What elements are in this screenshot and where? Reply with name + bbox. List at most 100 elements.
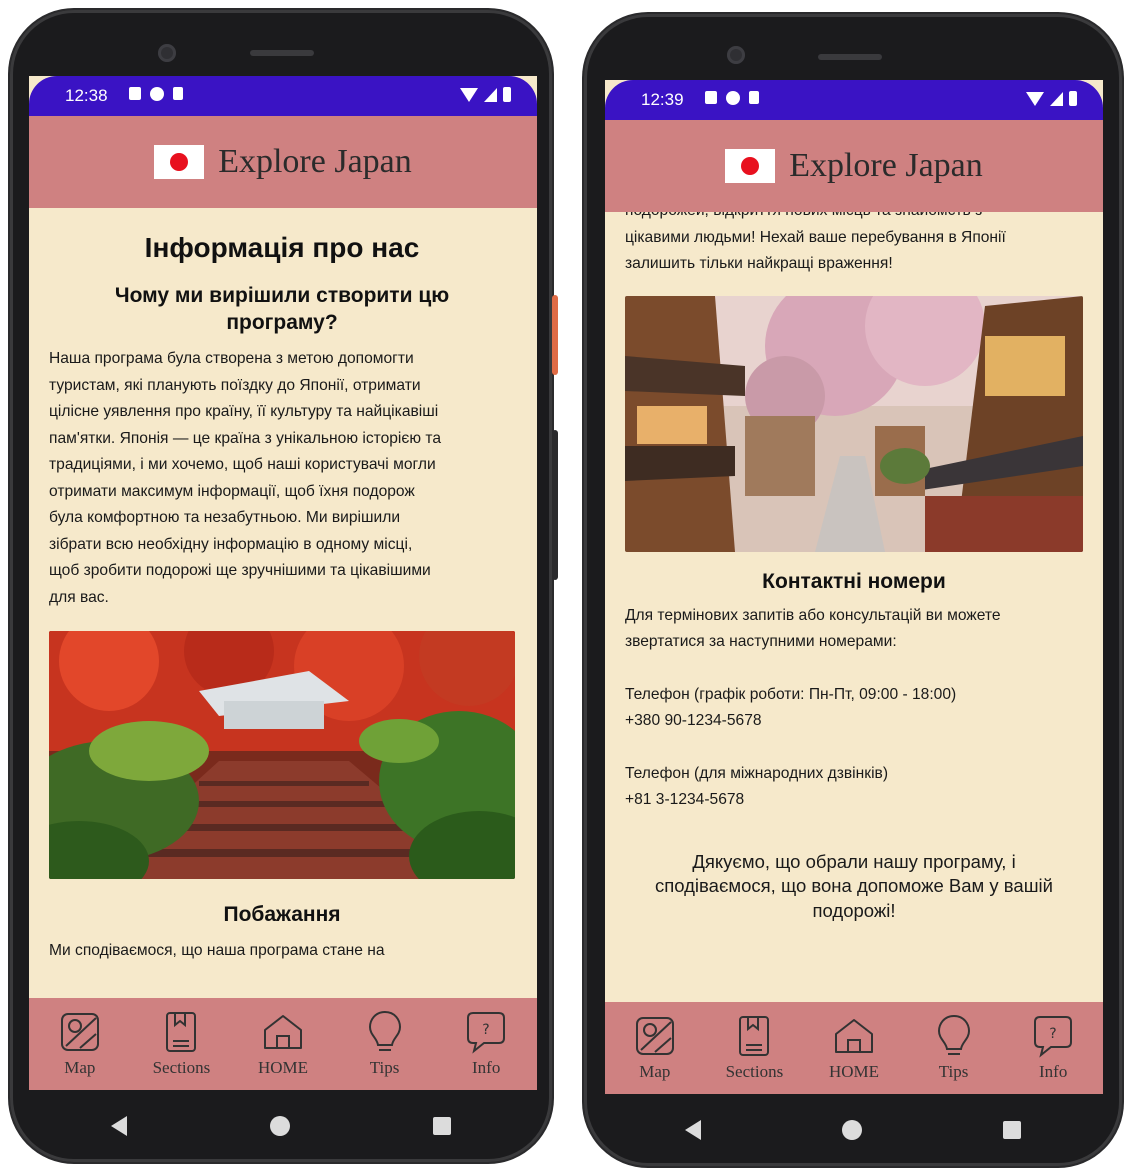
system-navigation [614, 1094, 1092, 1166]
recents-icon[interactable] [1003, 1121, 1022, 1139]
help-bubble-icon: ? [1034, 1016, 1073, 1058]
back-icon[interactable] [684, 1120, 701, 1140]
paragraph-line: традиціями, і ми хочемо, щоб наші корист… [49, 456, 436, 473]
status-time: 12:39 [641, 90, 684, 109]
system-navigation [40, 1090, 522, 1162]
paragraph-line: подорожей, відкриття нових місць та знай… [625, 212, 1083, 225]
nav-label: Map [639, 1062, 671, 1081]
phone-label: Телефон (графік роботи: Пн-Пт, 09:00 - 1… [625, 685, 957, 703]
phone-number[interactable]: +380 90-1234-5678 [625, 708, 1083, 735]
book-icon [166, 1012, 197, 1052]
content-scroll[interactable]: Інформація про нас Чому ми вирішили ство… [29, 208, 537, 998]
svg-text:?: ? [1049, 1026, 1056, 1042]
signal-icon [1050, 91, 1063, 106]
thanks-line: подорожі! [812, 899, 896, 921]
bulb-icon [368, 1010, 401, 1051]
screen-right: 12:39 Explore Japan подорожей, відкриття… [605, 80, 1103, 1094]
contact-block-1: Телефон (графік роботи: Пн-Пт, 09:00 - 1… [625, 682, 1083, 735]
contact-block-2: Телефон (для міжнародних дзвінків) +81 3… [625, 761, 1083, 814]
home-circle-icon[interactable] [269, 1116, 290, 1136]
autumn-garden-photo [49, 631, 515, 879]
phone-number[interactable]: +81 3-1234-5678 [625, 787, 1083, 814]
wifi-icon [460, 87, 478, 102]
kyoto-street-photo [625, 295, 1083, 552]
nav-tips[interactable]: Tips [334, 998, 436, 1090]
phone-frame-right: 12:39 Explore Japan подорожей, відкриття… [584, 14, 1122, 1166]
paragraph-line: Для термінових запитів або консультацій … [625, 606, 1001, 624]
front-camera [727, 46, 745, 64]
app-title: Explore Japan [789, 147, 983, 184]
paragraph-line: була комфортною та незабутньою. Ми виріш… [49, 509, 401, 526]
map-icon [635, 1017, 674, 1055]
paragraph-line: щоб зробити подорожі ще зручнішими та ці… [49, 562, 431, 579]
app-bar: Explore Japan [29, 116, 537, 208]
paragraph-line: звертатися за наступними номерами: [625, 633, 897, 650]
bottom-navigation: Map Sections HOME Tips ? Info [605, 1002, 1103, 1094]
notification-icon [129, 87, 141, 100]
nav-info[interactable]: ? Info [435, 998, 537, 1090]
help-bubble-icon: ? [467, 1012, 506, 1054]
nav-tips[interactable]: Tips [904, 1002, 1004, 1094]
map-icon [60, 1013, 99, 1051]
back-icon[interactable] [111, 1116, 128, 1136]
nav-label: Map [64, 1058, 96, 1077]
paragraph-line: цілісне уявлення про країну, її культуру… [49, 403, 439, 420]
nav-label: Tips [369, 1058, 400, 1077]
section-title-wishes: Побажання [223, 903, 341, 926]
home-icon [263, 1015, 302, 1049]
bottom-navigation: Map Sections HOME Tips ? Info [29, 998, 537, 1090]
battery-icon [503, 87, 511, 102]
volume-button [552, 430, 558, 580]
sync-icon [726, 91, 740, 105]
paragraph-line: туристам, які планують поїздку до Японії… [49, 376, 421, 394]
paragraph-line: Наша програма була створена з метою допо… [49, 350, 414, 367]
nav-label: Sections [725, 1062, 784, 1081]
nav-label: Tips [938, 1062, 969, 1081]
earpiece-speaker [250, 50, 314, 56]
nav-map[interactable]: Map [29, 998, 131, 1090]
contacts-title: Контактні номери [762, 569, 946, 593]
japan-flag-icon [725, 149, 776, 183]
contacts-intro: Для термінових запитів або консультацій … [625, 603, 1083, 656]
paragraph-line: пам'ятки. Японія — це країна з унікально… [49, 429, 442, 447]
sd-card-icon [173, 87, 183, 100]
nav-info[interactable]: ? Info [1003, 1002, 1103, 1094]
bulb-icon [937, 1014, 970, 1055]
nav-label: HOME [257, 1058, 309, 1077]
status-time: 12:38 [65, 86, 108, 105]
svg-text:?: ? [482, 1022, 489, 1038]
wifi-icon [1026, 91, 1044, 106]
paragraph-line: залишить тільки найкращі враження! [625, 255, 893, 272]
home-icon [834, 1019, 873, 1053]
front-camera [158, 44, 176, 62]
power-button [552, 295, 558, 375]
screen-left: 12:38 Explore Japan Інформація про нас Ч… [29, 76, 537, 1090]
paragraph-line: для вас. [49, 588, 109, 606]
phone-frame-left: 12:38 Explore Japan Інформація про нас Ч… [10, 10, 558, 1162]
book-icon [739, 1016, 770, 1056]
nav-label: Sections [152, 1058, 211, 1077]
home-circle-icon[interactable] [841, 1120, 862, 1140]
notification-icon [705, 91, 717, 104]
thanks-message: Дякуємо, що обрали нашу програму, і спод… [625, 850, 1083, 924]
nav-label: HOME [828, 1062, 880, 1081]
app-title: Explore Japan [218, 143, 412, 180]
thanks-line: Дякуємо, що обрали нашу програму, і [692, 850, 1016, 872]
recents-icon[interactable] [432, 1117, 451, 1135]
content-scroll[interactable]: подорожей, відкриття нових місць та знай… [605, 212, 1103, 1002]
nav-label: Info [472, 1058, 501, 1077]
status-bar: 12:38 [29, 76, 537, 116]
status-bar: 12:39 [605, 80, 1103, 120]
nav-sections[interactable]: Sections [131, 998, 233, 1090]
nav-sections[interactable]: Sections [705, 1002, 805, 1094]
nav-home[interactable]: HOME [804, 1002, 904, 1094]
paragraph-line: цікавими людьми! Нехай ваше перебування … [625, 228, 1006, 246]
japan-flag-icon [154, 145, 205, 179]
paragraph-line: отримати максимум інформації, щоб їхня п… [49, 482, 415, 500]
signal-icon [484, 87, 497, 102]
nav-home[interactable]: HOME [232, 998, 334, 1090]
nav-map[interactable]: Map [605, 1002, 705, 1094]
section-why-text: Наша програма була створена з метою допо… [49, 346, 515, 611]
sync-icon [150, 87, 164, 101]
battery-icon [1069, 91, 1077, 106]
